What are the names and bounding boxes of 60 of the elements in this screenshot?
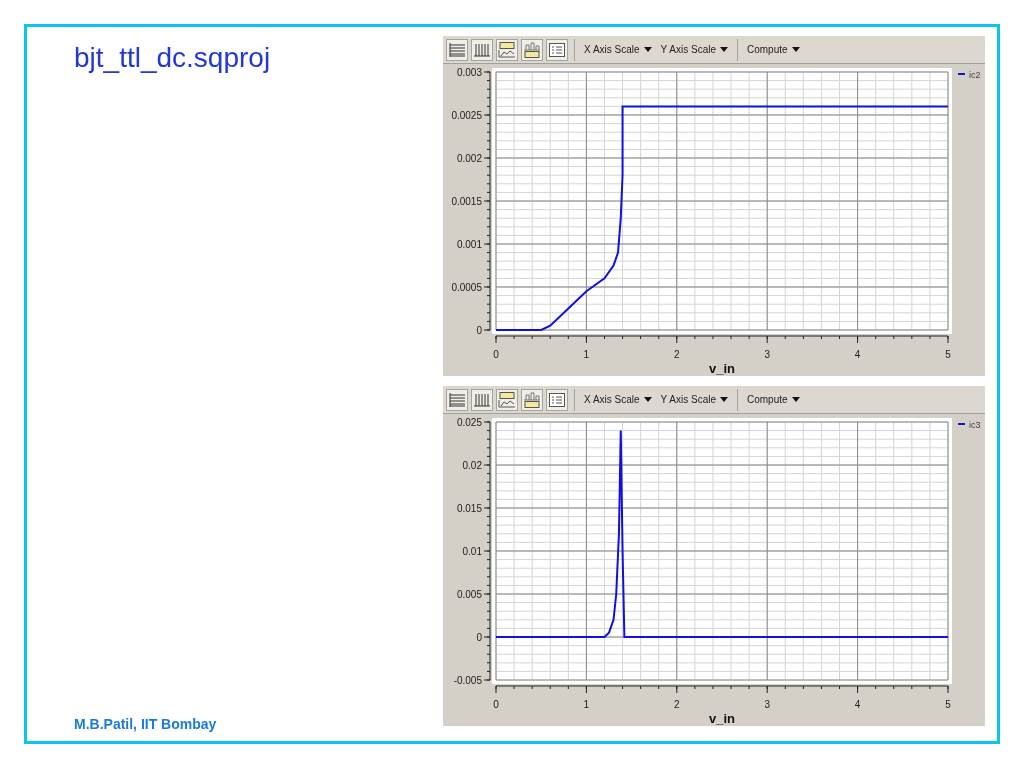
label-chart-icon	[498, 41, 516, 58]
axis-tick-label: 0	[493, 699, 499, 710]
vertical-grid-icon	[474, 42, 490, 57]
axis-tick-label: 3	[764, 699, 770, 710]
caret-icon	[720, 397, 728, 402]
caret-icon	[643, 397, 652, 402]
axis-tick-label: 0.0015	[451, 196, 482, 207]
horizontal-grid-icon	[449, 42, 465, 57]
slide-title: bjt_ttl_dc.sqproj	[74, 42, 271, 74]
axis-title: v_in	[709, 361, 735, 376]
axis-tick-label: 0.0005	[451, 282, 482, 293]
dropdown-menu[interactable]: Compute	[744, 394, 803, 405]
axis-title: v_in	[709, 711, 735, 726]
dropdown-menu[interactable]: X Axis Scale	[581, 394, 655, 405]
legend-icon	[549, 392, 565, 407]
axis-tick-label: 0	[493, 349, 499, 360]
caret-icon	[720, 47, 728, 52]
dropdown-menu[interactable]: X Axis Scale	[581, 44, 655, 55]
axis-tick-label: 0	[476, 632, 482, 643]
toolbar-button[interactable]	[521, 38, 543, 61]
axis-tick-label: 2	[674, 349, 680, 360]
axis-tick-label: 1	[583, 349, 590, 360]
dropdown-menu[interactable]: Y Axis Scale	[657, 44, 731, 55]
axis-tick-label: 0.01	[462, 546, 482, 557]
label-chart-icon	[498, 391, 516, 408]
axis-tick-label: 2	[674, 699, 680, 710]
axis-tick-label: 5	[945, 699, 951, 710]
bar-label-icon	[523, 41, 541, 58]
horizontal-grid-icon	[449, 392, 465, 407]
legend-label: ic3	[969, 420, 981, 430]
axis-tick-label: 0	[476, 325, 482, 336]
axis-tick-label: 0.002	[456, 153, 482, 164]
toolbar-button[interactable]	[496, 38, 518, 61]
axis-tick-label: 3	[764, 349, 770, 360]
caret-icon	[791, 47, 800, 52]
toolbar-button[interactable]	[521, 388, 543, 411]
legend-label: ic2	[969, 70, 981, 80]
toolbar-button[interactable]	[546, 388, 568, 411]
caret-icon	[791, 397, 800, 402]
slide-footer: M.B.Patil, IIT Bombay	[74, 716, 217, 732]
vertical-grid-icon	[474, 392, 490, 407]
axis-tick-label: 5	[945, 349, 951, 360]
axis-tick-label: 0.025	[456, 417, 482, 428]
legend-icon	[549, 42, 565, 57]
axis-tick-label: 0.0025	[451, 110, 482, 121]
axis-tick-label: 4	[854, 349, 861, 360]
dropdown-menu[interactable]: Y Axis Scale	[657, 394, 731, 405]
axis-tick-label: -0.005	[453, 675, 482, 686]
bar-label-icon	[523, 391, 541, 408]
axis-tick-label: 1	[583, 699, 590, 710]
axis-tick-label: 0.02	[462, 460, 482, 471]
axis-tick-label: 0.003	[456, 67, 482, 78]
dropdown-menu[interactable]: Compute	[744, 44, 803, 55]
axis-tick-label: 0.005	[456, 589, 482, 600]
axis-tick-label: 0.015	[456, 503, 482, 514]
toolbar-button[interactable]	[546, 38, 568, 61]
axis-tick-label: 0.001	[456, 239, 482, 250]
toolbar-button[interactable]	[496, 388, 518, 411]
caret-icon	[643, 47, 652, 52]
axis-tick-label: 4	[854, 699, 861, 710]
